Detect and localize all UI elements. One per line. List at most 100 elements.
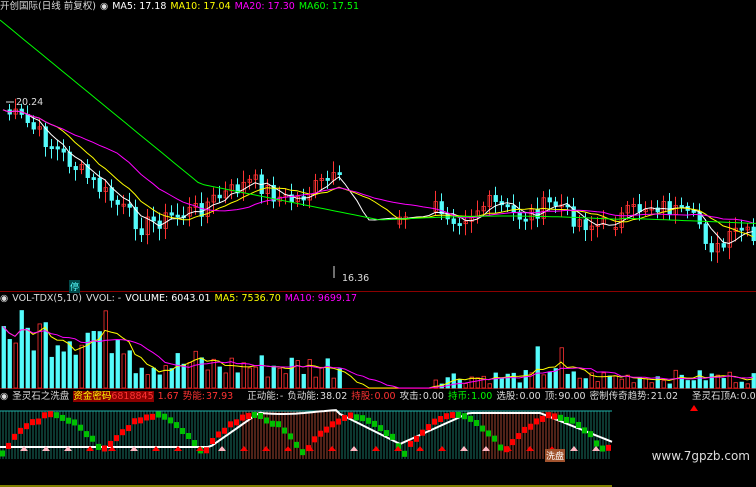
- candle-body: [439, 201, 444, 215]
- candle-body: [739, 227, 744, 231]
- volume-bar: [289, 357, 294, 389]
- indicator-panel[interactable]: ◉ 圣灵石之洗盘 资金密码6818845 1.67 势能:37.93 正动能:- 负动能:3…: [0, 389, 756, 487]
- candle-body: [583, 219, 588, 231]
- ind-wave-block: [264, 417, 269, 424]
- ind-wave-block: [156, 411, 161, 418]
- candle-body: [703, 223, 708, 244]
- volume-bar: [295, 360, 300, 389]
- volume-bar: [175, 353, 180, 389]
- ind-wave-block: [84, 431, 89, 438]
- candle-body: [337, 172, 342, 176]
- price-chart[interactable]: [0, 0, 756, 292]
- volume-bar: [211, 358, 216, 389]
- candle-body: [169, 212, 174, 216]
- ind-wave-block: [276, 421, 281, 428]
- volume-bar: [607, 375, 612, 389]
- volume-bar: [667, 383, 672, 389]
- ind-wave-block: [150, 413, 155, 420]
- candle-body: [457, 223, 462, 226]
- candle-body: [175, 214, 180, 218]
- volume-bar: [631, 382, 636, 389]
- ind-wave-block: [312, 436, 317, 443]
- ind-wave-block: [66, 417, 71, 424]
- volume-bar: [157, 374, 162, 389]
- ind-wave-block: [336, 418, 341, 425]
- ind-wave-block: [60, 414, 65, 421]
- ind-wave-block: [234, 419, 239, 426]
- volume-bar: [199, 357, 204, 389]
- ind-wave-block: [414, 435, 419, 442]
- volume-bar: [217, 366, 222, 389]
- high-price-label: 20.24: [16, 97, 44, 108]
- candle-body: [127, 203, 132, 208]
- candle-body: [49, 146, 54, 150]
- ind-wave-block: [48, 411, 53, 418]
- volume-bar: [103, 310, 108, 389]
- volume-bar: [307, 359, 312, 389]
- ind-wave-block: [390, 433, 395, 440]
- volume-bar: [625, 374, 630, 389]
- ind-wave-block: [258, 413, 263, 420]
- ind-wave-block: [558, 414, 563, 421]
- ind-wave-block: [486, 430, 491, 437]
- volume-bar: [259, 355, 264, 389]
- ind-wave-block: [222, 427, 227, 434]
- volume-bar: [1, 326, 6, 389]
- volume-bar: [19, 310, 24, 389]
- volume-bar: [535, 346, 540, 389]
- volume-chart[interactable]: [0, 292, 756, 389]
- ind-wave-block: [462, 413, 467, 420]
- ind-wave-block: [18, 427, 23, 434]
- volume-bar: [565, 373, 570, 389]
- volume-bar: [637, 377, 642, 389]
- ind-wave-block: [450, 412, 455, 419]
- volume-bar: [577, 377, 582, 389]
- volume-bar: [463, 383, 468, 389]
- ind-wave-block: [528, 423, 533, 430]
- volume-bar: [277, 367, 282, 389]
- volume-bar: [703, 380, 708, 389]
- candle-body: [547, 197, 552, 203]
- volume-bar: [691, 380, 696, 389]
- candle-body: [151, 216, 156, 222]
- volume-bar: [25, 327, 30, 389]
- volume-bar: [733, 382, 738, 389]
- volume-bar: [697, 370, 702, 389]
- volume-bar: [613, 375, 618, 389]
- ind-wave-block: [168, 417, 173, 424]
- volume-bar: [547, 371, 552, 389]
- volume-bar: [487, 383, 492, 389]
- ind-wave-block: [78, 424, 83, 431]
- ind-wave-block: [546, 412, 551, 419]
- ind-wave-block: [420, 429, 425, 436]
- candle-body: [91, 177, 96, 180]
- volume-bar: [511, 372, 516, 389]
- ind-wave-block: [294, 441, 299, 448]
- volume-bar: [523, 370, 528, 389]
- volume-bar: [79, 344, 84, 389]
- ind-arrow: [262, 446, 270, 451]
- ind-wave-block: [432, 418, 437, 425]
- candle-body: [535, 208, 540, 219]
- volume-bar: [265, 376, 270, 389]
- indicator-chart[interactable]: [0, 389, 756, 487]
- candle-body: [61, 148, 66, 153]
- ind-wave-block: [372, 420, 377, 427]
- volume-panel[interactable]: ◉ VOL-TDX(5,10) VVOL: - VOLUME: 6043.01 MA5:…: [0, 292, 756, 389]
- ind-arrow: [460, 446, 468, 451]
- candle-body: [73, 166, 78, 171]
- price-panel[interactable]: 开创国际(日线 前复权) ◉ MA5: 17.18 MA10: 17.04 MA20: …: [0, 0, 756, 293]
- ind-wave-block: [120, 429, 125, 436]
- watermark: www.7gpzb.com: [651, 449, 750, 463]
- ind-wave-block: [360, 415, 365, 422]
- ind-wave-block: [588, 431, 593, 438]
- candle-body: [751, 226, 756, 242]
- volume-bar: [151, 367, 156, 389]
- ind-wave-block: [6, 442, 11, 449]
- volume-bar: [517, 382, 522, 389]
- candle-body: [523, 218, 528, 222]
- volume-bar: [313, 376, 318, 389]
- ind-wave-block: [114, 435, 119, 442]
- ind-wave-block: [36, 418, 41, 425]
- ind-wave-block: [192, 440, 197, 447]
